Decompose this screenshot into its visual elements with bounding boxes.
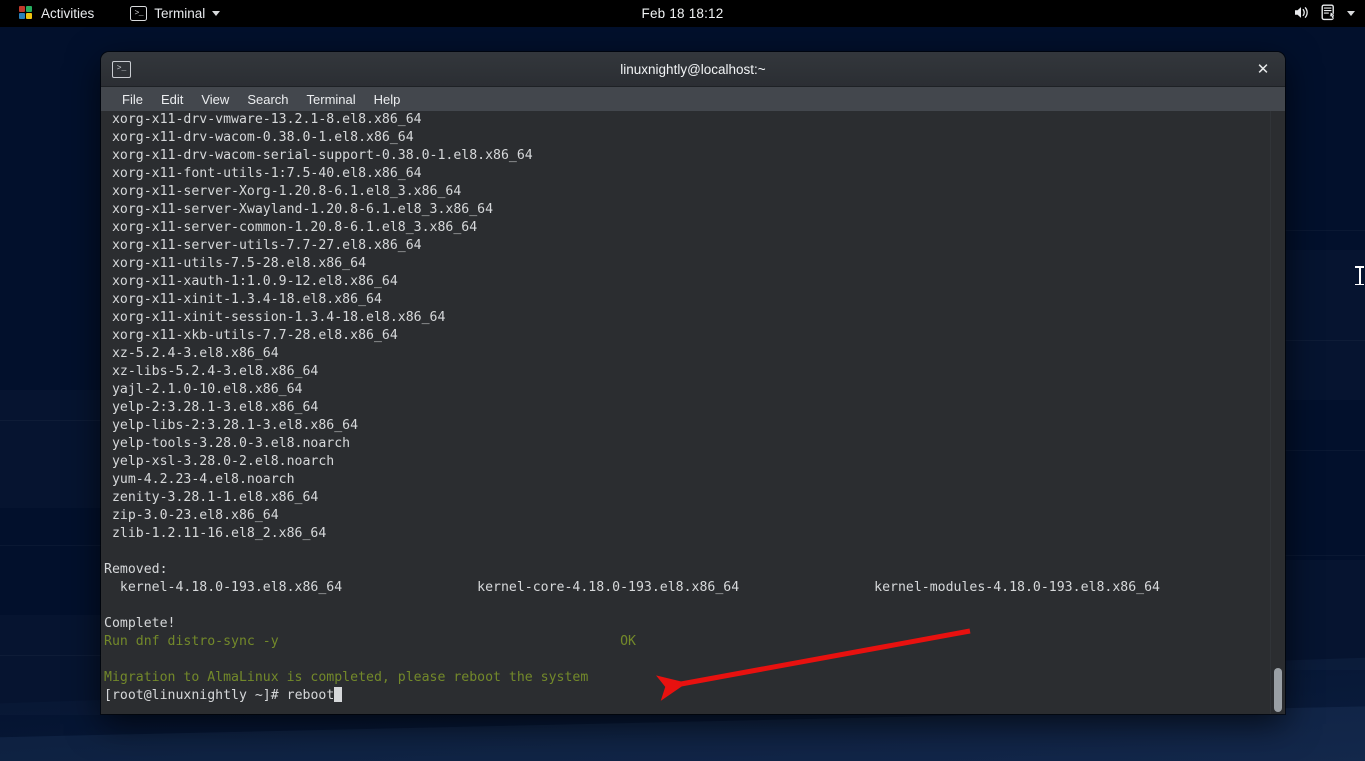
menu-item-terminal[interactable]: Terminal [298, 90, 365, 109]
terminal-line: Migration to AlmaLinux is completed, ple… [104, 670, 589, 685]
terminal-line: yelp-libs-2:3.28.1-3.el8.x86_64 [104, 418, 359, 433]
terminal-line: yelp-tools-3.28.0-3.el8.noarch [104, 436, 351, 451]
terminal-output: xorg-x11-drv-vmware-13.2.1-8.el8.x86_64 … [104, 111, 1257, 705]
terminal-line: yum-4.2.23-4.el8.noarch [104, 472, 295, 487]
activities-button[interactable]: Activities [10, 3, 103, 24]
terminal-line: zlib-1.2.11-16.el8_2.x86_64 [104, 526, 327, 541]
window-title: linuxnightly@localhost:~ [620, 61, 766, 77]
terminal-line: xorg-x11-server-utils-7.7-27.el8.x86_64 [104, 238, 422, 253]
terminal-line: xz-5.2.4-3.el8.x86_64 [104, 346, 279, 361]
terminal-line: xorg-x11-xinit-1.3.4-18.el8.x86_64 [104, 292, 382, 307]
terminal-prompt-line: [root@linuxnightly ~]# reboot [104, 687, 1257, 705]
terminal-icon: >_ [112, 60, 131, 78]
chevron-down-icon[interactable] [1347, 11, 1355, 16]
terminal-line: xorg-x11-server-common-1.20.8-6.1.el8_3.… [104, 220, 478, 235]
terminal-line: xorg-x11-xinit-session-1.3.4-18.el8.x86_… [104, 310, 446, 325]
battery-power-icon [1321, 4, 1336, 24]
terminal-line: xorg-x11-drv-wacom-0.38.0-1.el8.x86_64 [104, 130, 414, 145]
terminal-line: zenity-3.28.1-1.el8.x86_64 [104, 490, 319, 505]
terminal-scrollbar[interactable] [1270, 111, 1285, 714]
activities-grid-icon [19, 6, 34, 21]
terminal-line: xorg-x11-xkb-utils-7.7-28.el8.x86_64 [104, 328, 398, 343]
terminal-line: xorg-x11-server-Xorg-1.20.8-6.1.el8_3.x8… [104, 184, 462, 199]
terminal-line: kernel-4.18.0-193.el8.x86_64 kernel-core… [104, 580, 1160, 595]
terminal-line: xorg-x11-xauth-1:1.0.9-12.el8.x86_64 [104, 274, 398, 289]
terminal-line: zip-3.0-23.el8.x86_64 [104, 508, 279, 523]
terminal-line: xorg-x11-server-Xwayland-1.20.8-6.1.el8_… [104, 202, 494, 217]
typed-command: reboot [286, 688, 335, 703]
menu-item-search[interactable]: Search [238, 90, 297, 109]
terminal-line: yajl-2.1.0-10.el8.x86_64 [104, 382, 303, 397]
terminal-window: >_ linuxnightly@localhost:~ ✕ File Edit … [101, 52, 1285, 714]
menu-item-help[interactable]: Help [365, 90, 410, 109]
terminal-line: xorg-x11-utils-7.5-28.el8.x86_64 [104, 256, 367, 271]
gnome-top-bar: Activities >_ Terminal Feb 18 18:12 [0, 0, 1365, 27]
close-icon[interactable]: ✕ [1253, 59, 1273, 79]
terminal-line: xorg-x11-drv-wacom-serial-support-0.38.0… [104, 148, 533, 163]
system-status-area[interactable] [1293, 0, 1355, 27]
menu-item-file[interactable]: File [113, 90, 152, 109]
text-ibeam-cursor [1355, 265, 1364, 286]
terminal-line: xorg-x11-font-utils-1:7.5-40.el8.x86_64 [104, 166, 422, 181]
app-menu-label: Terminal [154, 6, 206, 21]
terminal-line: yelp-xsl-3.28.0-2.el8.noarch [104, 454, 335, 469]
clock[interactable]: Feb 18 18:12 [583, 6, 783, 21]
scrollbar-thumb[interactable] [1274, 668, 1282, 712]
window-titlebar[interactable]: >_ linuxnightly@localhost:~ ✕ [101, 52, 1285, 87]
chevron-down-icon [212, 11, 221, 16]
block-cursor [334, 687, 343, 702]
terminal-icon: >_ [130, 6, 148, 21]
menu-item-view[interactable]: View [192, 90, 238, 109]
terminal-line: Removed: [104, 562, 168, 577]
activities-label: Activities [41, 6, 95, 21]
volume-speaker-icon [1293, 5, 1310, 23]
terminal-line: xorg-x11-drv-vmware-13.2.1-8.el8.x86_64 [104, 112, 422, 127]
menu-bar: File Edit View Search Terminal Help [101, 87, 1285, 112]
terminal-line: xz-libs-5.2.4-3.el8.x86_64 [104, 364, 319, 379]
terminal-screen[interactable]: xorg-x11-drv-vmware-13.2.1-8.el8.x86_64 … [101, 111, 1285, 714]
menu-item-edit[interactable]: Edit [152, 90, 192, 109]
app-menu-button[interactable]: >_ Terminal [121, 3, 229, 24]
terminal-line: yelp-2:3.28.1-3.el8.x86_64 [104, 400, 319, 415]
terminal-line: Run dnf distro-sync -y OK [104, 634, 636, 649]
terminal-line: Complete! [104, 616, 176, 631]
shell-prompt: [root@linuxnightly ~]# [104, 688, 287, 703]
